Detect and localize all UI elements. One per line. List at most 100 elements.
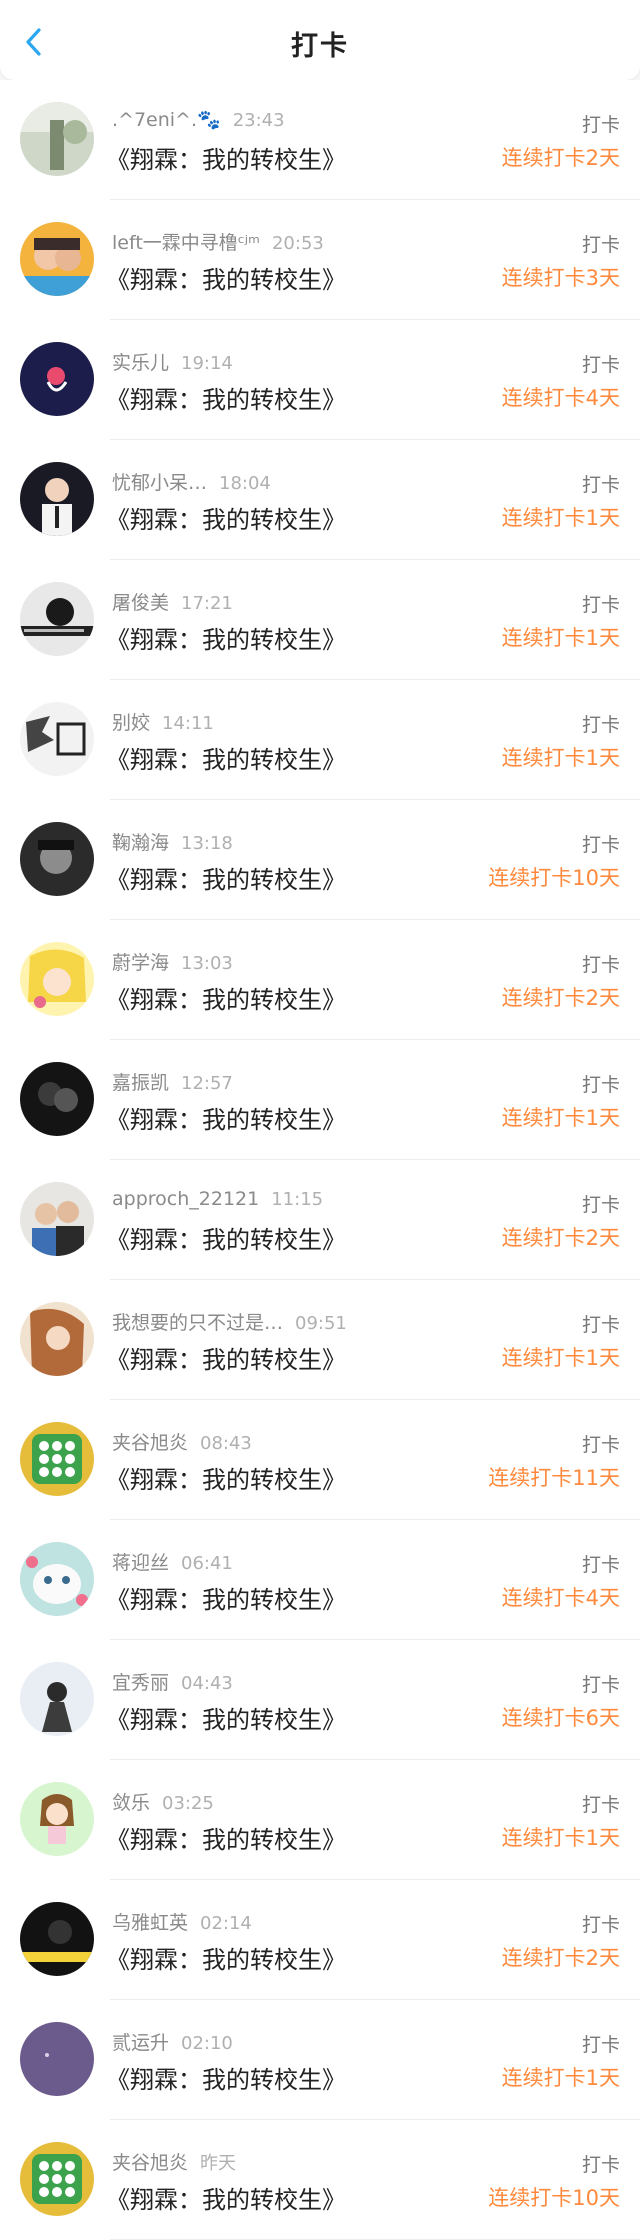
user-avatar[interactable]	[20, 222, 94, 296]
action-label: 打卡	[581, 1194, 620, 1216]
user-avatar[interactable]	[20, 1902, 94, 1976]
user-avatar[interactable]	[20, 1542, 94, 1616]
book-title: 《翔霖：我的转校生》	[106, 386, 346, 414]
checkin-row[interactable]: approch_22121 11:15 《翔霖：我的转校生》 打卡 连续打卡2天	[0, 1160, 640, 1280]
user-avatar[interactable]	[20, 942, 94, 1016]
book-title: 《翔霖：我的转校生》	[106, 1586, 346, 1614]
checkin-row[interactable]: 鞠瀚海 13:18 《翔霖：我的转校生》 打卡 连续打卡10天	[0, 800, 640, 920]
user-name: 夹谷旭炎	[112, 1432, 189, 1454]
streak-label: 连续打卡4天	[501, 1586, 620, 1610]
action-label: 打卡	[581, 594, 620, 616]
user-avatar[interactable]	[20, 822, 94, 896]
checkin-time: 18:04	[219, 473, 271, 494]
checkin-time: 昨天	[200, 2153, 237, 2174]
checkin-list: .^7eni^.🐾 23:43 《翔霖：我的转校生》 打卡 连续打卡2天 left…	[0, 80, 640, 2240]
book-title: 《翔霖：我的转校生》	[106, 266, 346, 294]
action-label: 打卡	[581, 2154, 620, 2176]
user-name: 鞠瀚海	[112, 832, 170, 854]
streak-label: 连续打卡1天	[501, 1106, 620, 1130]
checkin-row[interactable]: 实乐儿 19:14 《翔霖：我的转校生》 打卡 连续打卡4天	[0, 320, 640, 440]
checkin-row[interactable]: 蒋迎丝 06:41 《翔霖：我的转校生》 打卡 连续打卡4天	[0, 1520, 640, 1640]
user-name: 实乐儿	[112, 352, 170, 374]
checkin-row[interactable]: 夹谷旭炎 昨天 《翔霖：我的转校生》 打卡 连续打卡10天	[0, 2120, 640, 2240]
user-name: approch_22121	[112, 1188, 260, 1210]
checkin-row[interactable]: 夹谷旭炎 08:43 《翔霖：我的转校生》 打卡 连续打卡11天	[0, 1400, 640, 1520]
user-name: 别姣	[112, 712, 151, 734]
user-name: 宜秀丽	[112, 1672, 170, 1694]
checkin-row[interactable]: 屠俊美 17:21 《翔霖：我的转校生》 打卡 连续打卡1天	[0, 560, 640, 680]
streak-label: 连续打卡2天	[501, 1226, 620, 1250]
streak-label: 连续打卡1天	[501, 506, 620, 530]
book-title: 《翔霖：我的转校生》	[106, 1706, 346, 1734]
checkin-time: 03:25	[162, 1793, 214, 1814]
action-label: 打卡	[581, 714, 620, 736]
user-name: .^7eni^.🐾	[112, 109, 221, 131]
checkin-time: 11:15	[271, 1189, 324, 1210]
checkin-time: 06:41	[181, 1553, 233, 1574]
book-title: 《翔霖：我的转校生》	[106, 2066, 346, 2094]
action-label: 打卡	[581, 1434, 620, 1456]
user-avatar[interactable]	[20, 1302, 94, 1376]
checkin-row[interactable]: 忧郁小呆… 18:04 《翔霖：我的转校生》 打卡 连续打卡1天	[0, 440, 640, 560]
streak-label: 连续打卡1天	[501, 1826, 620, 1850]
user-name: 屠俊美	[112, 592, 170, 614]
user-avatar[interactable]	[20, 462, 94, 536]
book-title: 《翔霖：我的转校生》	[106, 626, 346, 654]
checkin-row[interactable]: 别姣 14:11 《翔霖：我的转校生》 打卡 连续打卡1天	[0, 680, 640, 800]
streak-label: 连续打卡4天	[501, 386, 620, 410]
user-avatar[interactable]	[20, 702, 94, 776]
action-label: 打卡	[581, 1914, 620, 1936]
checkin-row[interactable]: .^7eni^.🐾 23:43 《翔霖：我的转校生》 打卡 连续打卡2天	[0, 80, 640, 200]
checkin-row[interactable]: 贰运升 02:10 《翔霖：我的转校生》 打卡 连续打卡1天	[0, 2000, 640, 2120]
checkin-row[interactable]: 乌雅虹英 02:14 《翔霖：我的转校生》 打卡 连续打卡2天	[0, 1880, 640, 2000]
book-title: 《翔霖：我的转校生》	[106, 1346, 346, 1374]
user-avatar[interactable]	[20, 1662, 94, 1736]
streak-label: 连续打卡10天	[488, 866, 620, 890]
book-title: 《翔霖：我的转校生》	[106, 1106, 346, 1134]
action-label: 打卡	[581, 1794, 620, 1816]
top-bar: 打卡	[0, 0, 640, 80]
action-label: 打卡	[581, 1554, 620, 1576]
book-title: 《翔霖：我的转校生》	[106, 746, 346, 774]
checkin-time: 02:10	[181, 2033, 233, 2054]
book-title: 《翔霖：我的转校生》	[106, 1826, 346, 1854]
streak-label: 连续打卡1天	[501, 746, 620, 770]
streak-label: 连续打卡3天	[501, 266, 620, 290]
user-avatar[interactable]	[20, 342, 94, 416]
streak-label: 连续打卡10天	[488, 2186, 620, 2210]
streak-label: 连续打卡2天	[501, 1946, 620, 1970]
streak-label: 连续打卡2天	[501, 986, 620, 1010]
checkin-time: 02:14	[200, 1913, 252, 1934]
book-title: 《翔霖：我的转校生》	[106, 2186, 346, 2214]
user-avatar[interactable]	[20, 102, 94, 176]
book-title: 《翔霖：我的转校生》	[106, 1226, 346, 1254]
checkin-row[interactable]: 宜秀丽 04:43 《翔霖：我的转校生》 打卡 连续打卡6天	[0, 1640, 640, 1760]
user-name: 敛乐	[112, 1792, 151, 1814]
checkin-row[interactable]: 嘉振凯 12:57 《翔霖：我的转校生》 打卡 连续打卡1天	[0, 1040, 640, 1160]
checkin-time: 12:57	[181, 1073, 233, 1094]
user-avatar[interactable]	[20, 1182, 94, 1256]
checkin-row[interactable]: 敛乐 03:25 《翔霖：我的转校生》 打卡 连续打卡1天	[0, 1760, 640, 1880]
action-label: 打卡	[581, 1074, 620, 1096]
checkin-time: 14:11	[162, 713, 214, 734]
user-avatar[interactable]	[20, 2142, 94, 2216]
user-avatar[interactable]	[20, 582, 94, 656]
user-avatar[interactable]	[20, 1062, 94, 1136]
checkin-time: 19:14	[181, 353, 233, 374]
user-avatar[interactable]	[20, 1422, 94, 1496]
action-label: 打卡	[581, 1314, 620, 1336]
checkin-time: 20:53	[271, 233, 324, 254]
user-name: 夹谷旭炎	[112, 2152, 189, 2174]
checkin-row[interactable]: left一霖中寻橹ᶜʲᵐ 20:53 《翔霖：我的转校生》 打卡 连续打卡3天	[0, 200, 640, 320]
checkin-row[interactable]: 蔚学海 13:03 《翔霖：我的转校生》 打卡 连续打卡2天	[0, 920, 640, 1040]
action-label: 打卡	[581, 114, 620, 136]
checkin-time: 13:03	[181, 953, 233, 974]
streak-label: 连续打卡1天	[501, 2066, 620, 2090]
checkin-row[interactable]: 我想要的只不过是… 09:51 《翔霖：我的转校生》 打卡 连续打卡1天	[0, 1280, 640, 1400]
user-avatar[interactable]	[20, 2022, 94, 2096]
checkin-time: 23:43	[232, 110, 285, 131]
action-label: 打卡	[581, 474, 620, 496]
user-avatar[interactable]	[20, 1782, 94, 1856]
user-name: left一霖中寻橹ᶜʲᵐ	[112, 232, 260, 254]
page-title: 打卡	[291, 31, 349, 62]
